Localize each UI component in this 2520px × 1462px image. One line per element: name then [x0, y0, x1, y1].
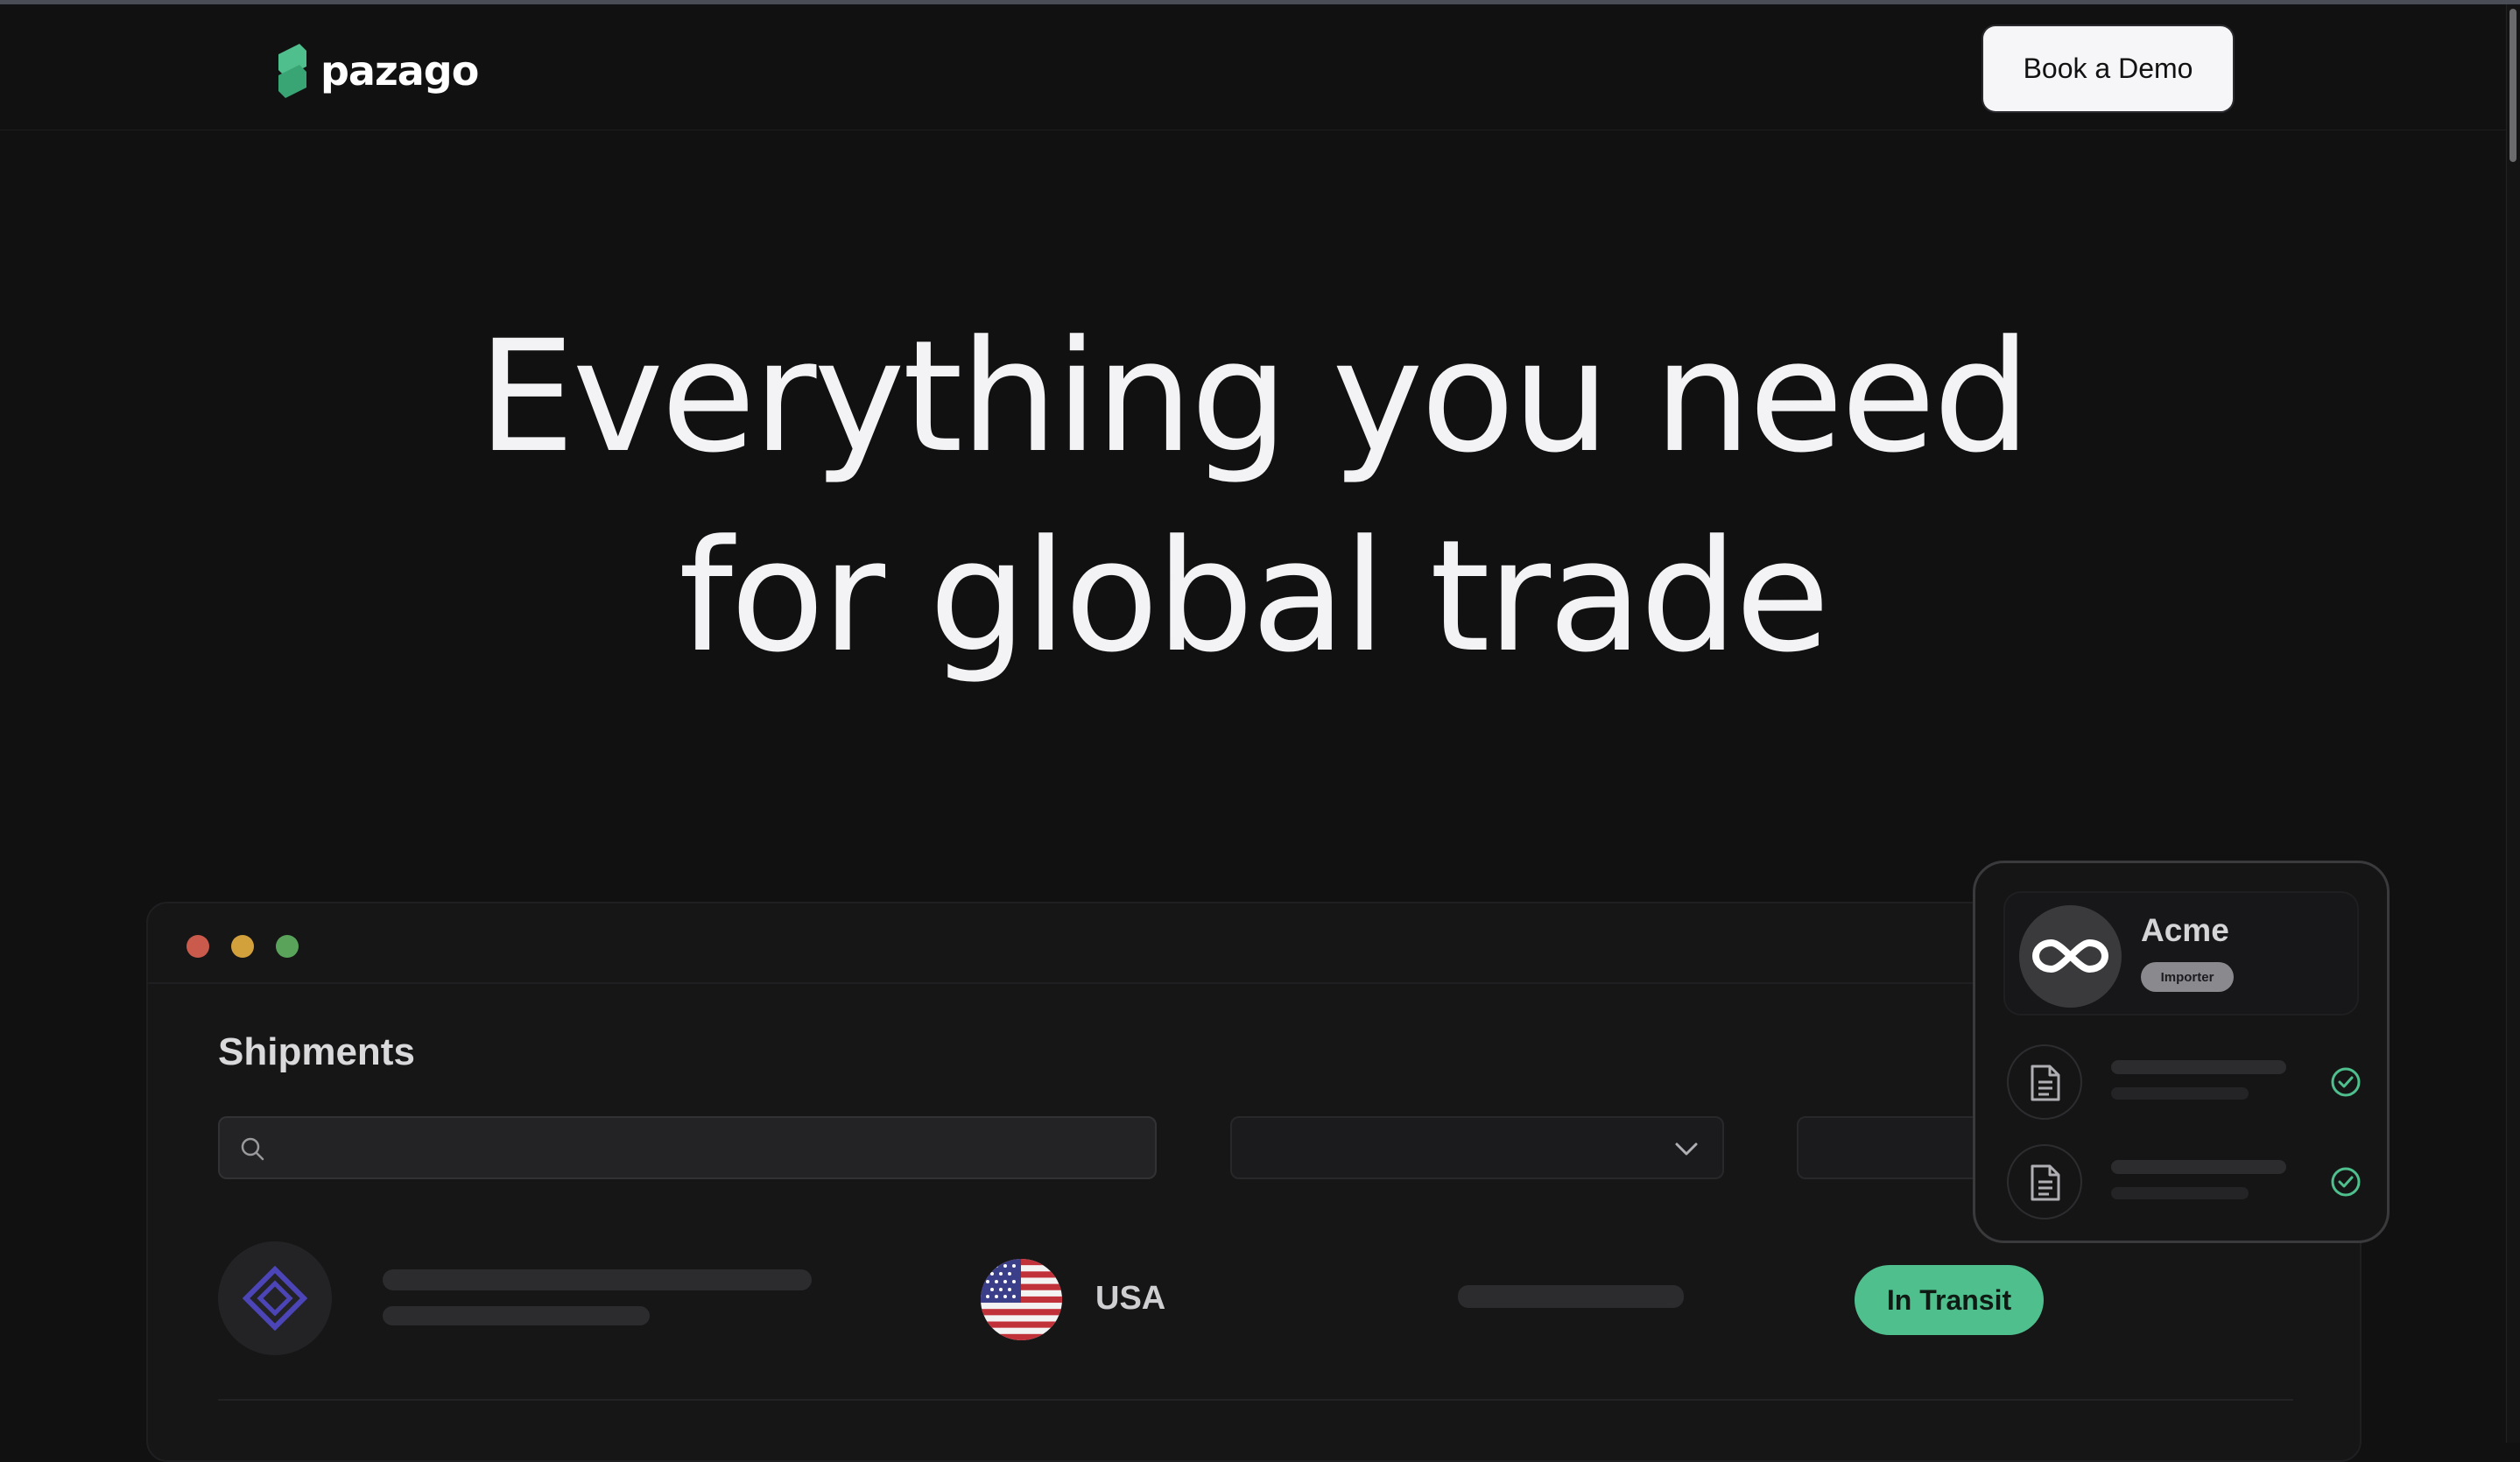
check-circle-icon: [2331, 1067, 2361, 1097]
window-minimize-dot: [231, 935, 254, 958]
shipments-title: Shipments: [218, 1030, 415, 1073]
search-icon: [241, 1137, 264, 1161]
brand-name: pazago: [320, 47, 479, 95]
shipments-search-input[interactable]: [218, 1116, 1157, 1179]
document-icon: [2031, 1164, 2060, 1201]
chevron-down-icon: [1675, 1142, 1698, 1156]
skeleton-line: [2111, 1187, 2249, 1199]
hero-line-1: Everything you need: [477, 307, 2031, 487]
document-item[interactable]: [2007, 1044, 2082, 1120]
book-demo-button[interactable]: Book a Demo: [1983, 26, 2233, 111]
filter-dropdown-1[interactable]: [1230, 1116, 1724, 1179]
company-avatar: [2019, 905, 2122, 1008]
top-navigation: pazago Book a Demo: [0, 4, 2506, 130]
skeleton-line: [383, 1306, 650, 1325]
skeleton-line: [383, 1269, 812, 1290]
skeleton-line: [2111, 1160, 2286, 1174]
skeleton-line: [1458, 1285, 1684, 1308]
document-icon: [2031, 1065, 2060, 1101]
window-maximize-dot: [276, 935, 299, 958]
hero-headline: Everything you need for global trade: [0, 298, 2506, 697]
status-badge[interactable]: In Transit: [1855, 1265, 2044, 1335]
skeleton-line: [2111, 1060, 2286, 1074]
shipment-country: USA: [1095, 1280, 1166, 1317]
infinity-logo-icon: [2032, 938, 2108, 973]
pazago-logo-icon: [278, 44, 306, 98]
shipment-company-avatar: [218, 1241, 332, 1355]
company-header: Acme Importer: [2003, 891, 2359, 1016]
check-circle-icon: [2331, 1167, 2361, 1197]
company-name: Acme: [2141, 912, 2229, 948]
hero-line-2: for global trade: [679, 507, 1830, 686]
row-divider: [218, 1399, 2293, 1401]
page-scrollbar[interactable]: [2506, 4, 2520, 1443]
diamond-logo-icon: [243, 1266, 307, 1331]
document-item[interactable]: [2007, 1144, 2082, 1220]
page-scrollbar-thumb[interactable]: [2509, 9, 2516, 162]
company-documents-card: Acme Importer: [1973, 861, 2390, 1243]
usa-flag-icon: [981, 1259, 1062, 1340]
role-badge: Importer: [2141, 962, 2234, 992]
brand-logo-link[interactable]: pazago: [273, 39, 479, 102]
window-close-dot: [187, 935, 209, 958]
skeleton-line: [2111, 1087, 2249, 1100]
